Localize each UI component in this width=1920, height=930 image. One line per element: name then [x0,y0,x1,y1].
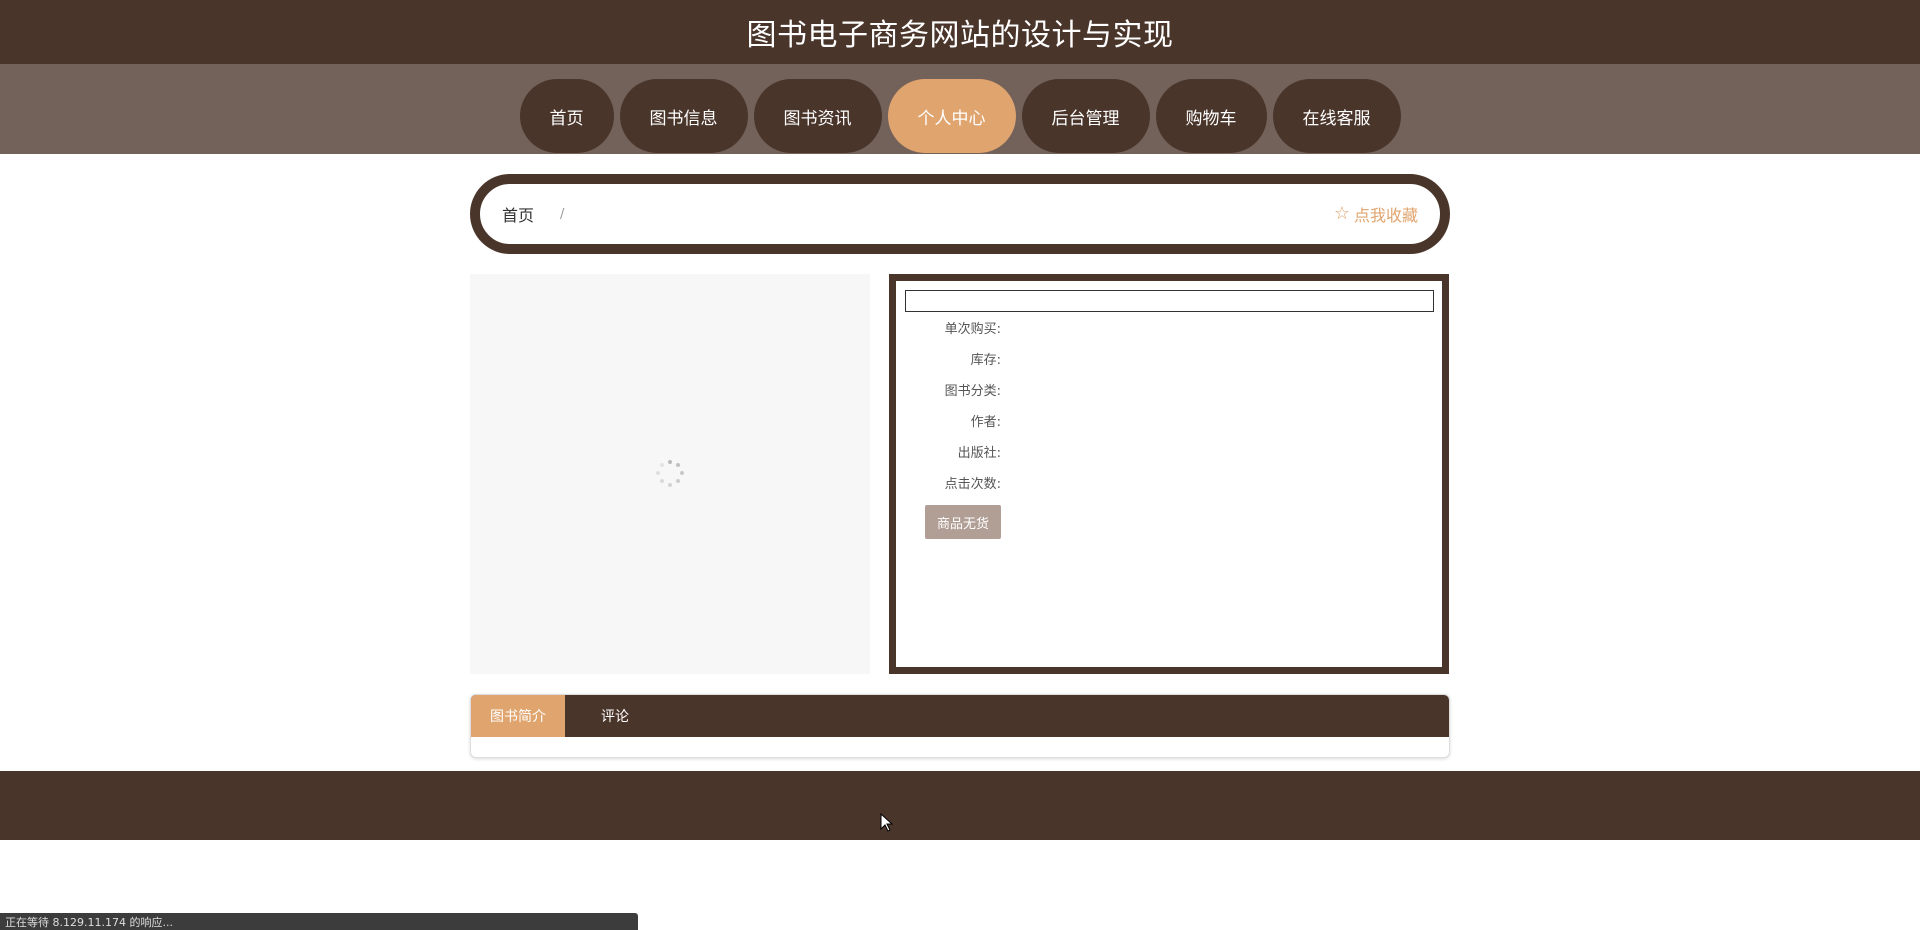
info-row-clicks: 点击次数: [905,473,1105,493]
favorite-label: 点我收藏 [1353,206,1418,225]
nav-item-book-news[interactable]: 图书资讯 [753,79,882,153]
info-row-category: 图书分类: [905,380,1105,400]
mouse-cursor-icon [880,813,894,832]
breadcrumb-home-link[interactable]: 首页 [502,202,534,226]
nav-item-customer-service[interactable]: 在线客服 [1272,79,1401,153]
nav-item-personal-center[interactable]: 个人中心 [887,79,1016,153]
info-row-publisher: 出版社: [905,442,1105,462]
browser-status-bar: 正在等待 8.129.11.174 的响应... [0,913,638,930]
star-outline-icon: ☆ [1333,203,1350,224]
page-footer [0,771,1920,840]
author-label: 作者: [970,415,1001,430]
product-title [905,290,1434,312]
nav-item-cart[interactable]: 购物车 [1155,79,1267,153]
purchase-limit-value [1001,318,1005,338]
tab-book-intro[interactable]: 图书简介 [471,695,565,737]
favorite-button[interactable]: ☆ 点我收藏 [1334,202,1418,226]
nav-item-book-info[interactable]: 图书信息 [619,79,748,153]
out-of-stock-button[interactable]: 商品无货 [925,505,1001,539]
site-header: 图书电子商务网站的设计与实现 [0,0,1920,64]
stock-value [1001,349,1005,369]
category-label: 图书分类: [944,384,1001,399]
breadcrumb-separator: / [560,206,565,222]
author-value [1001,411,1005,431]
nav-item-admin[interactable]: 后台管理 [1021,79,1150,153]
clicks-label: 点击次数: [944,477,1001,492]
tab-header: 图书简介 评论 [471,695,1449,737]
nav-item-home[interactable]: 首页 [519,79,614,153]
purchase-limit-label: 单次购买: [944,322,1001,337]
product-image-panel [470,274,870,674]
stock-label: 库存: [970,353,1001,368]
main-nav: 首页 图书信息 图书资讯 个人中心 后台管理 购物车 在线客服 [0,64,1920,154]
publisher-value [1001,442,1005,462]
detail-tabs: 图书简介 评论 [470,694,1450,758]
category-value [1001,380,1005,400]
tab-comments[interactable]: 评论 [582,695,648,737]
clicks-value [1001,473,1005,493]
info-row-author: 作者: [905,411,1105,431]
product-info-panel: 单次购买: 库存: 图书分类: 作者: 出版社: 点击次数: 商品无货 [889,274,1449,674]
breadcrumb: 首页 / ☆ 点我收藏 [470,174,1450,254]
publisher-label: 出版社: [957,446,1001,461]
info-row-stock: 库存: [905,349,1105,369]
info-row-purchase-limit: 单次购买: [905,318,1105,338]
loading-spinner-icon [656,460,684,488]
site-title: 图书电子商务网站的设计与实现 [746,18,1174,53]
